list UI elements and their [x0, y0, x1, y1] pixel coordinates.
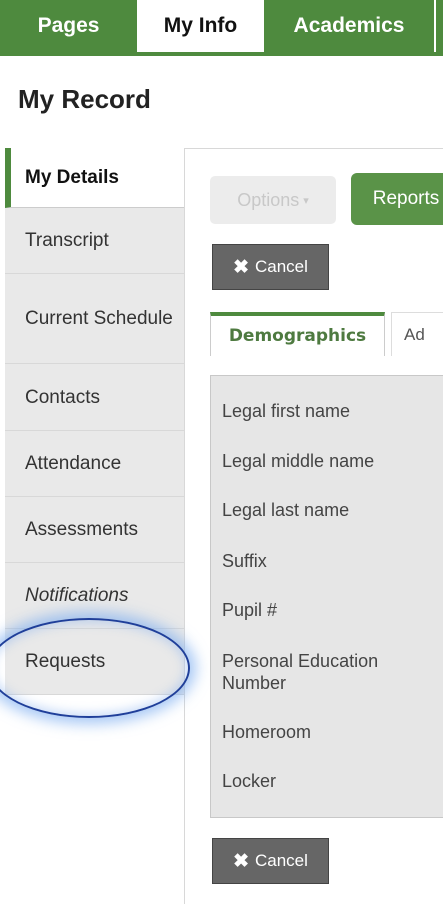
demographics-form — [210, 375, 443, 818]
cancel-button-bottom[interactable]: ✖ Cancel — [212, 838, 329, 884]
close-icon: ✖ — [233, 256, 249, 278]
options-label: Options — [237, 189, 300, 210]
tab-addresses[interactable]: Ad — [391, 312, 443, 356]
field-label-personal-education-number: Personal Education Number — [222, 651, 379, 693]
chevron-down-icon: ▾ — [303, 194, 309, 207]
field-label-pupil-number: Pupil # — [222, 600, 278, 620]
close-icon: ✖ — [233, 850, 249, 872]
sidebar-item-attendance[interactable]: Attendance — [5, 431, 185, 497]
page-title: My Record — [18, 84, 151, 114]
sidebar-item-assessments[interactable]: Assessments — [5, 497, 185, 563]
cancel-button-top[interactable]: ✖ Cancel — [212, 244, 329, 290]
tab-overflow[interactable] — [436, 0, 443, 52]
top-nav: Pages My Info Academics — [0, 0, 443, 52]
sidebar-item-requests[interactable]: Requests — [5, 629, 185, 695]
cancel-label: Cancel — [255, 257, 308, 276]
sidebar-item-notifications[interactable]: Notifications — [5, 563, 185, 629]
field-label-legal-first-name: Legal first name — [222, 401, 351, 421]
sidebar-item-current-schedule[interactable]: Current Schedule — [5, 274, 185, 364]
tab-academics[interactable]: Academics — [264, 0, 434, 52]
sidebar-item-my-details[interactable]: My Details — [5, 148, 185, 208]
reports-button[interactable]: Reports — [351, 173, 443, 225]
field-label-legal-middle-name: Legal middle name — [222, 451, 375, 471]
tab-demographics[interactable]: Demographics — [210, 312, 385, 356]
tab-pages[interactable]: Pages — [0, 0, 137, 52]
field-label-locker: Locker — [222, 771, 277, 791]
options-button[interactable]: Options ▾ — [210, 176, 336, 224]
sidebar-item-contacts[interactable]: Contacts — [5, 364, 185, 431]
field-label-legal-last-name: Legal last name — [222, 500, 350, 520]
tab-my-info[interactable]: My Info — [139, 0, 262, 52]
nav-underline — [0, 52, 443, 56]
field-label-homeroom: Homeroom — [222, 722, 312, 742]
field-label-suffix: Suffix — [222, 551, 267, 571]
cancel-label: Cancel — [255, 851, 308, 870]
sidebar-item-transcript[interactable]: Transcript — [5, 208, 185, 274]
